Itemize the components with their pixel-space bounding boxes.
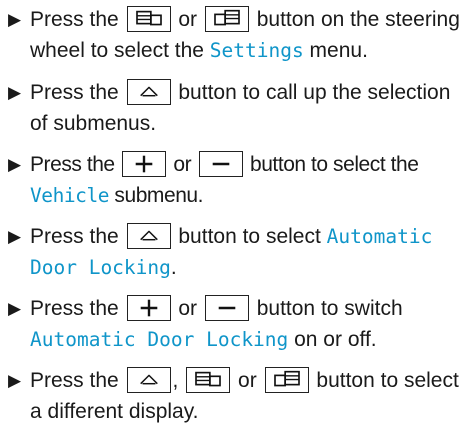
- display-term: Automatic Door Locking: [30, 328, 289, 351]
- instruction-list: ▶ Press the or button on the steering whe…: [0, 0, 467, 424]
- home-button-icon: [126, 367, 171, 393]
- minus-button-icon: [198, 151, 243, 177]
- step-text-fragment: or: [172, 297, 203, 320]
- step-text-fragment: or: [168, 153, 197, 176]
- step-text: Press the or button to select the Vehicl…: [30, 149, 461, 211]
- step-text-fragment: Press the: [30, 297, 125, 320]
- display-term: Settings: [209, 39, 304, 62]
- step-text-fragment: .: [170, 256, 177, 279]
- step-text-fragment: submenu.: [109, 184, 204, 207]
- step-text: Press the , or button to select a differ…: [30, 365, 461, 427]
- instruction-step: ▶ Press the button to call up the selecti…: [8, 77, 461, 139]
- bullet-triangle-icon: ▶: [8, 371, 22, 390]
- step-text-fragment: Press the: [30, 225, 125, 248]
- plus-button-icon: [122, 151, 167, 177]
- step-text-fragment: Press the: [30, 8, 125, 31]
- bullet-triangle-icon: ▶: [8, 299, 22, 318]
- page-back-button-icon: [126, 6, 171, 32]
- step-text-fragment: button to switch: [250, 297, 403, 320]
- instruction-step: ▶ Press the , or button to select a diffe…: [8, 365, 461, 427]
- step-text-fragment: ,: [172, 369, 185, 392]
- bullet-triangle-icon: ▶: [8, 227, 22, 246]
- step-text: Press the or button on the steering whee…: [30, 4, 461, 66]
- step-text: Press the or button to switch Automatic …: [30, 293, 461, 355]
- instruction-step: ▶ Press the or button to switch Automatic…: [8, 293, 461, 355]
- step-text-fragment: or: [232, 369, 263, 392]
- step-text: Press the button to select Automatic Doo…: [30, 221, 461, 283]
- plus-button-icon: [126, 295, 171, 321]
- page-forward-button-icon: [264, 367, 309, 393]
- step-text-fragment: button to select the: [244, 153, 419, 176]
- step-text-fragment: Press the: [30, 81, 125, 104]
- step-text-fragment: button to select: [172, 225, 327, 248]
- minus-button-icon: [204, 295, 249, 321]
- home-button-icon: [126, 79, 171, 105]
- display-term: Vehicle: [30, 184, 110, 207]
- bullet-triangle-icon: ▶: [8, 10, 22, 29]
- step-text-fragment: Press the: [30, 369, 125, 392]
- bullet-triangle-icon: ▶: [8, 83, 22, 102]
- step-text-fragment: on or off.: [288, 328, 377, 351]
- page-forward-button-icon: [204, 6, 249, 32]
- step-text-fragment: Press the: [30, 153, 121, 176]
- step-text-fragment: menu.: [303, 39, 368, 62]
- instruction-step: ▶ Press the or button to select the Vehic…: [8, 149, 461, 211]
- instruction-step: ▶ Press the button to select Automatic Do…: [8, 221, 461, 283]
- bullet-triangle-icon: ▶: [8, 155, 22, 174]
- instruction-step: ▶ Press the or button on the steering whe…: [8, 4, 461, 66]
- page-back-button-icon: [186, 367, 231, 393]
- step-text: Press the button to call up the selectio…: [30, 77, 461, 139]
- step-text-fragment: or: [172, 8, 203, 31]
- home-button-icon: [126, 223, 171, 249]
